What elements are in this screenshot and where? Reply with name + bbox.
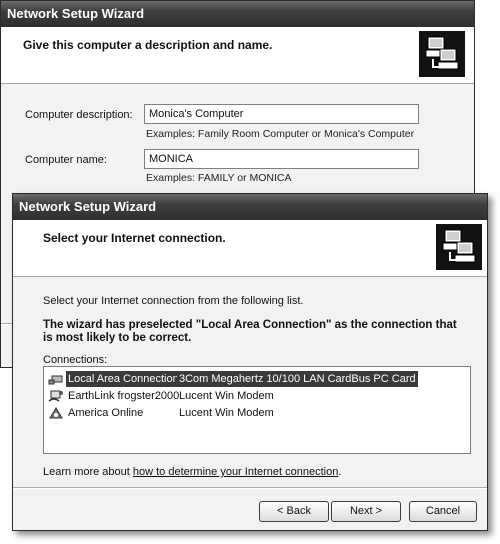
learn-more-link[interactable]: how to determine your Internet connectio… [133, 466, 338, 478]
back-window-title: Network Setup Wizard [7, 6, 145, 21]
computer-name-field[interactable]: MONICA [144, 149, 419, 169]
lan-icon [48, 372, 64, 386]
learn-more-text: Learn more about how to determine your I… [43, 466, 341, 478]
back-header: Give this computer a description and nam… [1, 27, 474, 84]
learn-more-prefix: Learn more about [43, 466, 133, 478]
connection-row-local-area[interactable]: Local Area Connection 3Com Megahertz 10/… [46, 371, 468, 387]
computer-description-label: Computer description: [25, 109, 133, 121]
computer-name-example: Examples: FAMILY or MONICA [146, 172, 292, 184]
connection-name: America Online [68, 407, 144, 419]
connection-device: 3Com Megahertz 10/100 LAN CardBus PC Car… [177, 371, 418, 387]
connection-name: EarthLink frogster2000 [68, 390, 180, 402]
front-window-title: Network Setup Wizard [19, 199, 157, 214]
connection-row-aol[interactable]: America Online Lucent Win Modem [46, 405, 468, 421]
preselect-notice: The wizard has preselected "Local Area C… [43, 319, 457, 344]
front-header-title: Select your Internet connection. [43, 231, 226, 245]
computer-name-label: Computer name: [25, 154, 107, 166]
connection-row-earthlink[interactable]: EarthLink frogster2000 Lucent Win Modem [46, 388, 468, 404]
connection-instruction: Select your Internet connection from the… [43, 295, 304, 307]
computer-description-example: Examples: Family Room Computer or Monica… [146, 128, 415, 140]
back-title-bar[interactable]: Network Setup Wizard [1, 1, 474, 27]
network-computers-icon [436, 224, 482, 270]
connection-name: Local Area Connection [66, 371, 181, 387]
computer-description-field[interactable]: Monica's Computer [144, 104, 419, 124]
learn-more-suffix: . [338, 466, 342, 478]
connection-device: Lucent Win Modem [179, 407, 274, 419]
next-button[interactable]: Next > [331, 501, 401, 522]
front-title-bar[interactable]: Network Setup Wizard [13, 194, 487, 220]
dialup-icon [48, 389, 64, 403]
cancel-button[interactable]: Cancel [409, 501, 477, 522]
button-separator [13, 487, 487, 489]
aol-icon [48, 406, 64, 420]
front-wizard-window: Network Setup Wizard Select your Interne… [12, 193, 488, 531]
connection-device: Lucent Win Modem [179, 390, 274, 402]
network-computers-icon [419, 31, 465, 77]
back-header-title: Give this computer a description and nam… [23, 38, 273, 52]
connections-list[interactable]: Local Area Connection 3Com Megahertz 10/… [43, 366, 471, 454]
front-header: Select your Internet connection. [13, 220, 487, 277]
back-button[interactable]: < Back [259, 501, 329, 522]
connections-label: Connections: [43, 354, 108, 366]
